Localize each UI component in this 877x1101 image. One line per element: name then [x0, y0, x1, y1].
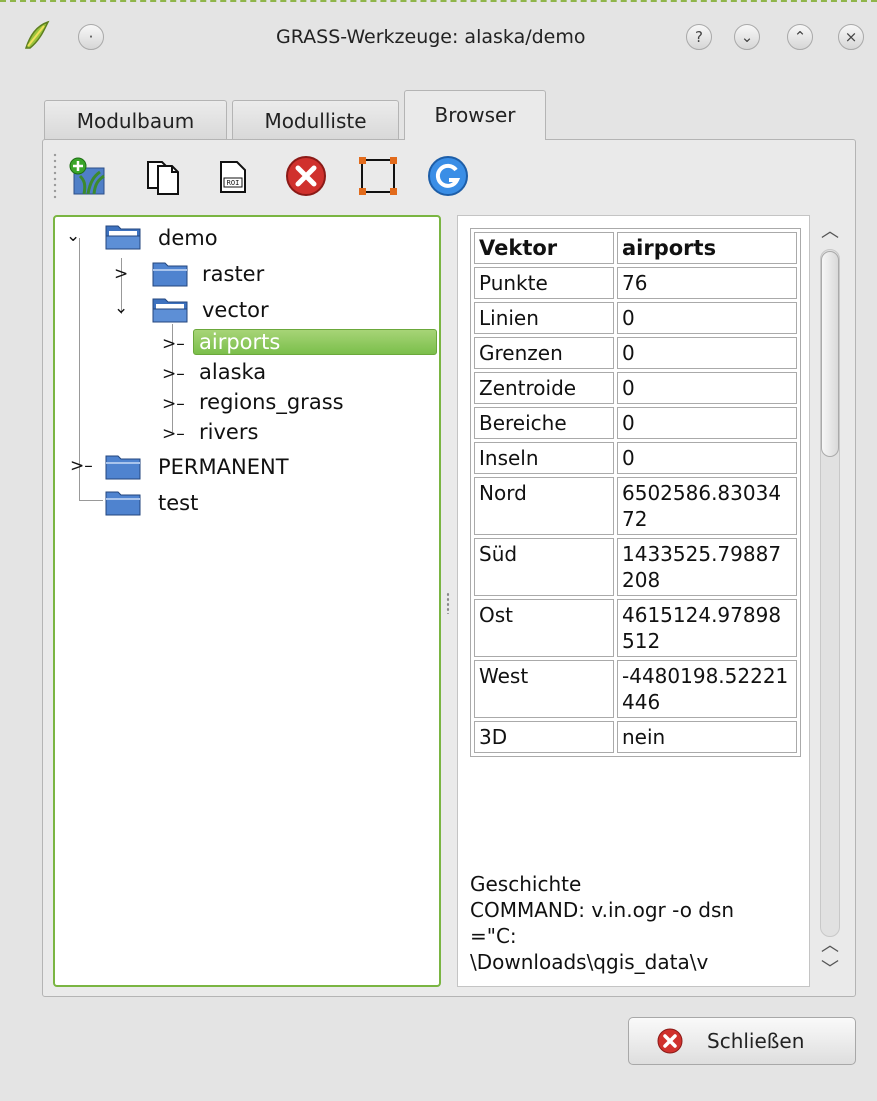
attr-value: 0	[617, 372, 797, 404]
qgis-logo-icon	[24, 20, 50, 49]
pane-splitter[interactable]	[446, 592, 450, 614]
close-button[interactable]: Schließen	[628, 1017, 856, 1065]
table-row: Ost 4615124.97898512	[474, 599, 797, 657]
attr-key: Ost	[474, 599, 614, 657]
scroll-up-icon[interactable]: ︿	[818, 935, 842, 957]
folder-icon	[105, 455, 141, 480]
attr-value: -4480198.52221446	[617, 660, 797, 718]
close-button-label: Schließen	[707, 1029, 805, 1053]
tree-item-permanent[interactable]: PERMANENT	[158, 451, 289, 483]
table-header-key: Vektor	[474, 232, 614, 264]
title-bar: · GRASS-Werkzeuge: alaska/demo ? ⌄ ⌃ ×	[0, 2, 877, 80]
attr-value: 6502586.8303472	[617, 477, 797, 535]
delete-icon[interactable]	[284, 154, 328, 198]
refresh-icon[interactable]	[426, 154, 470, 198]
folder-icon	[105, 491, 141, 516]
rename-icon[interactable]: ROI	[211, 154, 255, 198]
scroll-up-icon[interactable]: ︿	[818, 221, 842, 243]
table-row: Linien 0	[474, 302, 797, 334]
expand-toggle[interactable]: >–	[162, 334, 185, 354]
layer-attribute-table: Vektor airports Punkte 76 Linien 0 Grenzen…	[470, 228, 801, 757]
attr-key: Zentroide	[474, 372, 614, 404]
tab-browser[interactable]: Browser	[404, 90, 546, 140]
attr-value: 76	[617, 267, 797, 299]
window-menu-button[interactable]: ·	[78, 24, 104, 50]
attr-key: Linien	[474, 302, 614, 334]
copy-icon[interactable]	[142, 154, 186, 198]
attr-value: 0	[617, 407, 797, 439]
help-button[interactable]: ?	[686, 24, 712, 50]
attr-key: West	[474, 660, 614, 718]
info-scrollbar[interactable]: ︿ ︿ ﹀	[812, 215, 848, 987]
attr-value: 1433525.79887208	[617, 538, 797, 596]
history-text: Geschichte COMMAND: v.in.ogr -o dsn="C: …	[470, 872, 735, 974]
table-row: Zentroide 0	[474, 372, 797, 404]
tree-item-alaska[interactable]: alaska	[199, 356, 266, 388]
attr-value: 0	[617, 302, 797, 334]
expand-toggle[interactable]: >–	[162, 394, 185, 414]
attr-key: Inseln	[474, 442, 614, 474]
maximize-button[interactable]: ⌃	[787, 24, 813, 50]
table-row: 3D nein	[474, 721, 797, 753]
tree-item-regions-grass[interactable]: regions_grass	[199, 386, 344, 418]
attr-value: 0	[617, 337, 797, 369]
tree-item-airports[interactable]: airports	[199, 326, 280, 358]
attr-value: 0	[617, 442, 797, 474]
attr-key: Süd	[474, 538, 614, 596]
window-title: GRASS-Werkzeuge: alaska/demo	[276, 26, 586, 48]
expand-toggle[interactable]: >–	[162, 424, 185, 444]
tree-item-test[interactable]: test	[158, 487, 198, 519]
svg-text:ROI: ROI	[227, 179, 240, 187]
table-row: Inseln 0	[474, 442, 797, 474]
attr-value: nein	[617, 721, 797, 753]
toolbar-grip[interactable]	[52, 152, 58, 200]
folder-icon	[152, 262, 188, 287]
minimize-button[interactable]: ⌄	[734, 24, 760, 50]
close-icon	[657, 1028, 683, 1054]
expand-toggle[interactable]: >	[114, 264, 128, 284]
expand-toggle[interactable]: >–	[162, 364, 185, 384]
scroll-thumb[interactable]	[821, 251, 839, 457]
set-region-icon[interactable]	[356, 154, 400, 198]
expand-toggle[interactable]: ⌄	[66, 226, 80, 246]
table-row: Bereiche 0	[474, 407, 797, 439]
expand-toggle[interactable]: ⌄	[114, 298, 128, 318]
attr-value: 4615124.97898512	[617, 599, 797, 657]
tab-modulliste[interactable]: Modulliste	[232, 100, 399, 140]
add-map-icon[interactable]	[66, 154, 110, 198]
tree-item-rivers[interactable]: rivers	[199, 416, 258, 448]
table-row: Punkte 76	[474, 267, 797, 299]
tree-item-vector[interactable]: vector	[202, 294, 269, 326]
scroll-down-icon[interactable]: ﹀	[818, 959, 842, 981]
table-row: Süd 1433525.79887208	[474, 538, 797, 596]
table-row: Nord 6502586.8303472	[474, 477, 797, 535]
attr-key: Punkte	[474, 267, 614, 299]
expand-toggle[interactable]: >–	[70, 456, 93, 476]
attr-key: Bereiche	[474, 407, 614, 439]
attr-key: 3D	[474, 721, 614, 753]
folder-open-icon	[152, 298, 188, 323]
tab-modulbaum[interactable]: Modulbaum	[44, 100, 227, 140]
folder-open-icon	[105, 225, 141, 250]
tree-item-demo[interactable]: demo	[158, 222, 218, 254]
grass-tools-window: · GRASS-Werkzeuge: alaska/demo ? ⌄ ⌃ × M…	[0, 0, 877, 1101]
table-row: Grenzen 0	[474, 337, 797, 369]
table-header-value: airports	[617, 232, 797, 264]
close-window-button[interactable]: ×	[838, 24, 864, 50]
table-row: Vektor airports	[474, 232, 797, 264]
layer-info-pane: Vektor airports Punkte 76 Linien 0 Grenzen…	[457, 215, 810, 987]
attr-key: Grenzen	[474, 337, 614, 369]
attr-key: Nord	[474, 477, 614, 535]
tree-item-raster[interactable]: raster	[202, 258, 264, 290]
table-row: West -4480198.52221446	[474, 660, 797, 718]
